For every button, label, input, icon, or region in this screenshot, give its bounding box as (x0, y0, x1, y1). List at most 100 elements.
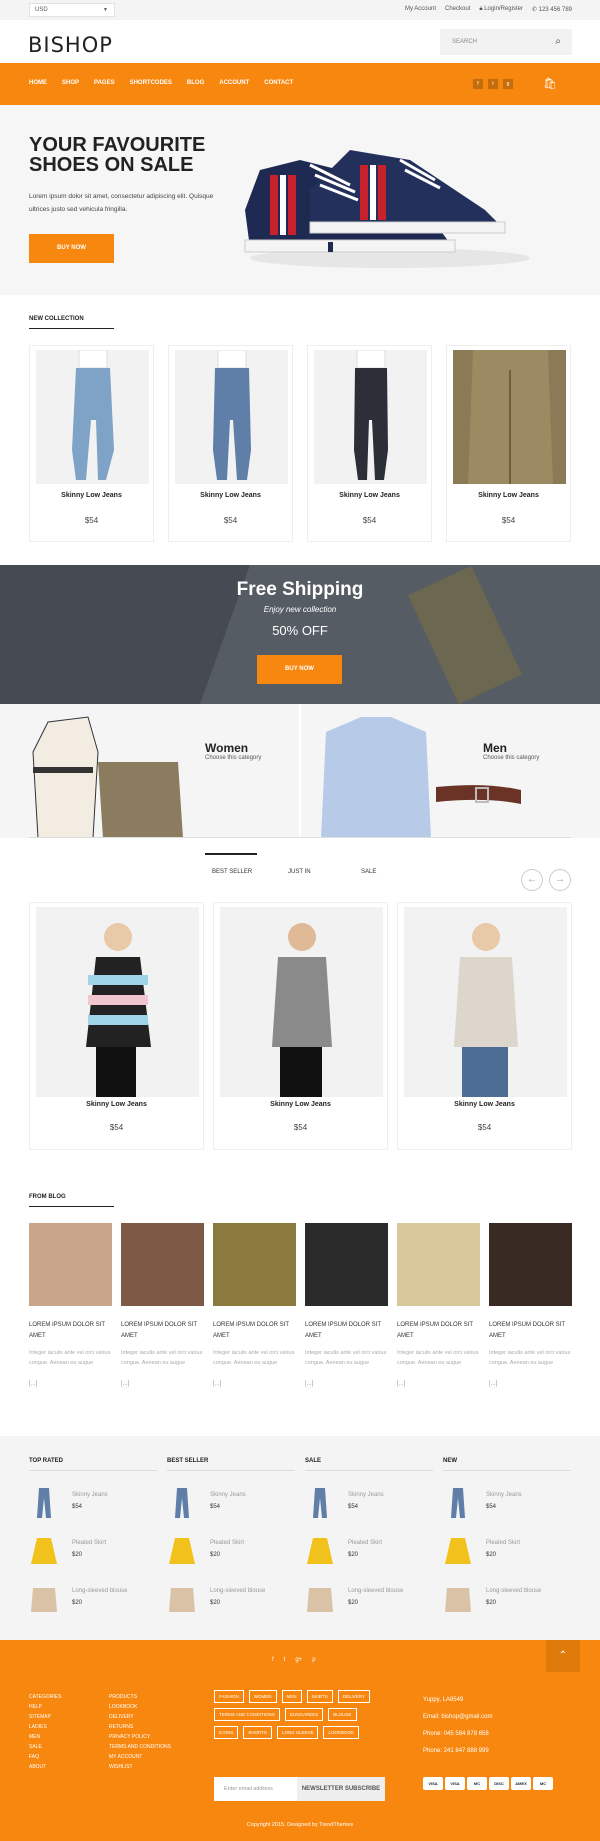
blog-post-title[interactable]: LOREM IPSUM DOLOR SIT AMET (489, 1320, 572, 1342)
twitter-icon[interactable]: t (284, 1657, 286, 1663)
tag[interactable]: LONG SLEEVE (276, 1726, 319, 1739)
blog-post-more[interactable]: [...] (305, 1381, 313, 1387)
category-men[interactable]: Men Choose this category (301, 704, 600, 838)
blog-post-title[interactable]: LOREM IPSUM DOLOR SIT AMET (121, 1320, 204, 1342)
arrow-right-icon[interactable]: → (549, 869, 571, 891)
google-plus-icon[interactable]: g+ (295, 1657, 302, 1663)
pinterest-icon[interactable]: p (312, 1657, 315, 1663)
blog-post-title[interactable]: LOREM IPSUM DOLOR SIT AMET (213, 1320, 296, 1342)
arrow-left-icon[interactable]: ← (521, 869, 543, 891)
footer-link[interactable]: SITEMAP (29, 1712, 61, 1722)
blog-post-title[interactable]: LOREM IPSUM DOLOR SIT AMET (305, 1320, 388, 1342)
login-link[interactable]: 🔒︎ Login/Register (479, 6, 523, 13)
product-name[interactable]: Skinny Low Jeans (447, 492, 570, 499)
list-item[interactable]: Pleated Skirt $20 (305, 1534, 433, 1570)
tag[interactable]: LOOKBOOK (323, 1726, 359, 1739)
footer-link[interactable]: CATEGORIES (29, 1692, 61, 1702)
blog-post-title[interactable]: LOREM IPSUM DOLOR SIT AMET (397, 1320, 480, 1342)
footer-link[interactable]: LADIES (29, 1722, 61, 1732)
list-item[interactable]: Pleated Skirt $20 (167, 1534, 295, 1570)
list-item[interactable]: Long-sleeved blouse $20 (305, 1582, 433, 1618)
twitter-icon[interactable]: t (488, 79, 498, 89)
newsletter-input[interactable]: Enter email address (224, 1786, 273, 1792)
tag[interactable]: SKIRTS (306, 1690, 333, 1703)
hero-buy-button[interactable]: BUY NOW (29, 234, 114, 263)
banner-buy-button[interactable]: BUY NOW (257, 655, 342, 684)
list-item[interactable]: Pleated Skirt $20 (443, 1534, 571, 1570)
list-item[interactable]: Skinny Jeans $54 (167, 1486, 295, 1522)
footer-link[interactable]: MY ACCOUNT (109, 1752, 171, 1762)
product-name[interactable]: Skinny Low Jeans (308, 492, 431, 499)
footer-link[interactable]: FAQ (29, 1752, 61, 1762)
product-card[interactable]: Skinny Low Jeans $54 (168, 345, 293, 542)
blog-post-more[interactable]: [...] (121, 1381, 129, 1387)
nav-item-blog[interactable]: BLOG (187, 80, 204, 86)
nav-item-contact[interactable]: CONTACT (264, 80, 293, 86)
product-name[interactable]: Skinny Low Jeans (398, 1101, 571, 1108)
product-name[interactable]: Skinny Low Jeans (169, 492, 292, 499)
product-card[interactable]: Skinny Low Jeans $54 (397, 902, 572, 1150)
footer-link[interactable]: HELP (29, 1702, 61, 1712)
footer-link[interactable]: RETURNS (109, 1722, 171, 1732)
product-card[interactable]: Skinny Low Jeans $54 (307, 345, 432, 542)
footer-link[interactable]: TERMS AND CONDITIONS (109, 1742, 171, 1752)
tab-sale[interactable]: SALE (361, 869, 376, 875)
nav-item-shortcodes[interactable]: SHORTCODES (130, 80, 172, 86)
footer-link[interactable]: DELIVERY (109, 1712, 171, 1722)
footer-link[interactable]: LOOKBOOK (109, 1702, 171, 1712)
product-name[interactable]: Skinny Low Jeans (214, 1101, 387, 1108)
nav-item-home[interactable]: HOME (29, 80, 47, 86)
product-name[interactable]: Skinny Low Jeans (30, 492, 153, 499)
product-card[interactable]: Skinny Low Jeans $54 (446, 345, 571, 542)
currency-select[interactable]: USD ▼ (29, 3, 115, 17)
list-item[interactable]: Long-sleeved blouse $20 (167, 1582, 295, 1618)
tag[interactable]: ICONS (214, 1726, 239, 1739)
list-item[interactable]: Long-sleeved blouse $20 (443, 1582, 571, 1618)
category-women[interactable]: Women Choose this category (0, 704, 299, 838)
footer-link[interactable]: PRIVACY POLICY (109, 1732, 171, 1742)
my-account-link[interactable]: My Account (405, 6, 436, 13)
tag[interactable]: BLOUSE (328, 1708, 357, 1721)
search-input[interactable]: SEARCH ⌕ (440, 29, 572, 55)
list-item[interactable]: Long-sleeved blouse $20 (29, 1582, 157, 1618)
cart-icon[interactable]: 🛍︎ (543, 77, 557, 90)
list-item[interactable]: Skinny Jeans $54 (29, 1486, 157, 1522)
nav-item-shop[interactable]: SHOP (62, 80, 79, 86)
google-icon[interactable]: g (503, 79, 513, 89)
back-to-top-icon[interactable]: ⌃ (546, 1640, 580, 1672)
tag[interactable]: DUNGAREES (284, 1708, 324, 1721)
footer-link[interactable]: ABOUT (29, 1762, 61, 1772)
facebook-icon[interactable]: f (272, 1657, 274, 1663)
tag[interactable]: MEN (281, 1690, 302, 1703)
tag[interactable]: TERMS AND CONDITIONS (214, 1708, 280, 1721)
footer-link[interactable]: WISHLIST (109, 1762, 171, 1772)
footer-link[interactable]: MEN (29, 1732, 61, 1742)
logo[interactable]: BISHOP (28, 33, 113, 57)
list-item[interactable]: Skinny Jeans $54 (443, 1486, 571, 1522)
tag[interactable]: SHORTS (243, 1726, 272, 1739)
list-item[interactable]: Skinny Jeans $54 (305, 1486, 433, 1522)
nav-item-account[interactable]: ACCOUNT (219, 80, 249, 86)
footer-link[interactable]: SALE (29, 1742, 61, 1752)
checkout-link[interactable]: Checkout (445, 6, 470, 13)
facebook-icon[interactable]: f (473, 79, 483, 89)
blog-post-more[interactable]: [...] (213, 1381, 221, 1387)
blog-post-more[interactable]: [...] (397, 1381, 405, 1387)
product-card[interactable]: Skinny Low Jeans $54 (29, 345, 154, 542)
search-icon[interactable]: ⌕ (555, 36, 561, 47)
newsletter-subscribe-button[interactable]: NEWSLETTER SUBSCRIBE (297, 1777, 385, 1801)
nav-item-pages[interactable]: PAGES (94, 80, 115, 86)
tag[interactable]: DELIVERY (337, 1690, 370, 1703)
product-name[interactable]: Skinny Low Jeans (30, 1101, 203, 1108)
blog-post-more[interactable]: [...] (29, 1381, 37, 1387)
email[interactable]: Email: bishop@gmail.com (423, 1709, 492, 1726)
tab-best-seller[interactable]: BEST SELLER (212, 869, 252, 875)
tag[interactable]: FASHION (214, 1690, 244, 1703)
product-card[interactable]: Skinny Low Jeans $54 (29, 902, 204, 1150)
blog-post-title[interactable]: LOREM IPSUM DOLOR SIT AMET (29, 1320, 112, 1342)
tab-just-in[interactable]: JUST IN (288, 869, 311, 875)
footer-link[interactable]: PRODUCTS (109, 1692, 171, 1702)
tag[interactable]: WOMEN (248, 1690, 277, 1703)
list-item[interactable]: Pleated Skirt $20 (29, 1534, 157, 1570)
blog-post-more[interactable]: [...] (489, 1381, 497, 1387)
